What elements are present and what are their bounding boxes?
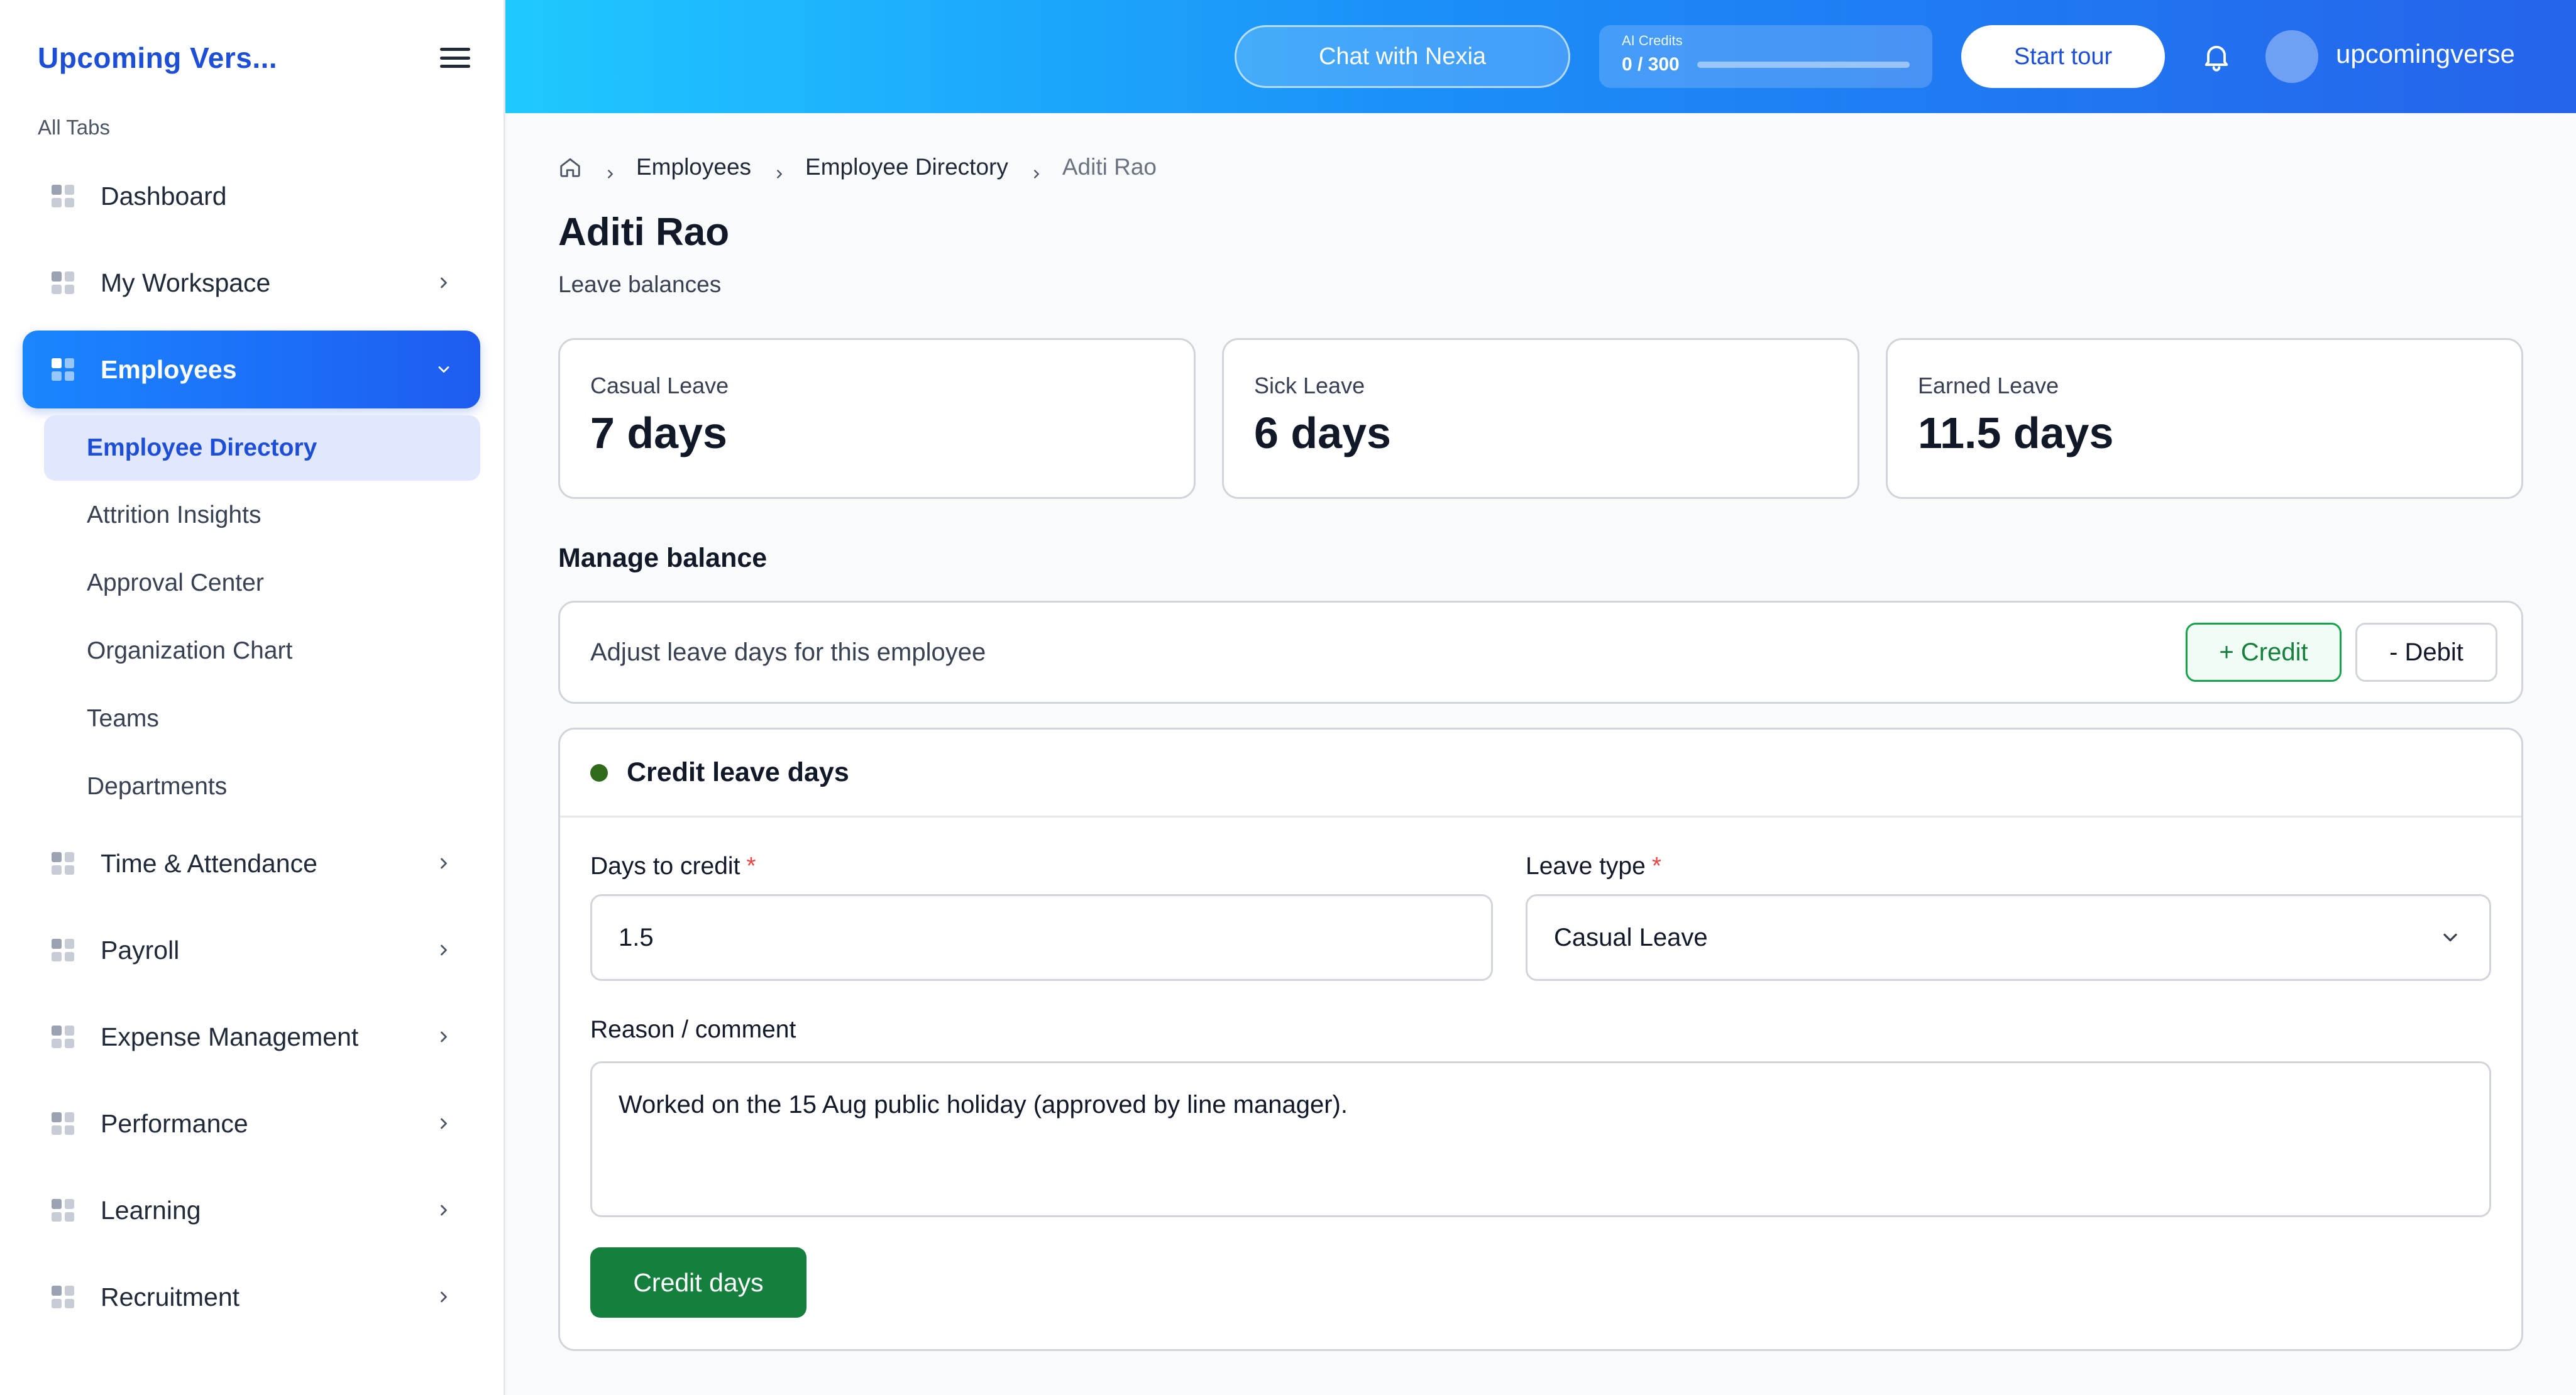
- required-mark: *: [746, 853, 756, 880]
- grid-icon: [52, 185, 74, 207]
- brand-row: Upcoming Vers...: [38, 33, 471, 83]
- chevron-right-icon: [435, 941, 453, 959]
- page-title: Aditi Rao: [558, 211, 730, 254]
- avatar[interactable]: [2265, 30, 2318, 83]
- sidebar-item-expense-management[interactable]: Expense Management: [23, 998, 480, 1076]
- grid-icon: [52, 1112, 74, 1135]
- credit-toggle-button[interactable]: + Credit: [2186, 623, 2342, 682]
- ai-credits-progress: [1697, 62, 1910, 68]
- grid-icon: [52, 1199, 74, 1222]
- sidebar-item-employees[interactable]: Employees: [23, 331, 480, 408]
- ai-credits-widget: AI Credits 0 / 300: [1599, 25, 1932, 88]
- ai-credits-label: AI Credits: [1622, 33, 1683, 48]
- sidebar-item-label: Recruitment: [101, 1282, 240, 1311]
- sidebar-subitem-approval-center[interactable]: Approval Center: [44, 550, 480, 616]
- username[interactable]: upcomingverse: [2336, 39, 2515, 69]
- form-title: Credit leave days: [627, 757, 849, 787]
- grid-icon: [52, 852, 74, 875]
- grid-icon: [52, 939, 74, 961]
- page-subtitle: Leave balances: [558, 271, 722, 297]
- sidebar-item-my-workspace[interactable]: My Workspace: [23, 244, 480, 322]
- debit-toggle-button[interactable]: - Debit: [2355, 623, 2497, 682]
- chevron-right-icon: [435, 1288, 453, 1306]
- reason-label: Reason / comment: [590, 1016, 796, 1043]
- leave-type-label-text: Leave type: [1526, 853, 1646, 880]
- days-label-text: Days to credit: [590, 853, 740, 880]
- ai-credits-value: 0 / 300: [1622, 54, 1680, 75]
- chevron-down-icon: [435, 361, 453, 378]
- home-icon[interactable]: [558, 155, 582, 179]
- sidebar-item-recruitment[interactable]: Recruitment: [23, 1258, 480, 1336]
- grid-icon: [52, 358, 74, 381]
- days-to-credit-input[interactable]: 1.5: [590, 894, 1493, 981]
- balance-label: Casual Leave: [590, 373, 729, 398]
- balance-value: 11.5 days: [1918, 408, 2114, 457]
- chevron-down-icon: [2439, 926, 2462, 949]
- all-tabs-label: All Tabs: [38, 116, 110, 139]
- credit-form-card: Credit leave days Days to credit * 1.5 Le…: [558, 728, 2523, 1351]
- sidebar-subitem-departments[interactable]: Departments: [44, 754, 480, 819]
- sidebar-item-label: Performance: [101, 1108, 248, 1138]
- breadcrumb-employees[interactable]: Employees: [636, 154, 751, 180]
- brand-name[interactable]: Upcoming Vers...: [38, 41, 277, 75]
- chat-with-nexia-button[interactable]: Chat with Nexia: [1235, 25, 1570, 88]
- chevron-right-icon: [773, 160, 786, 178]
- required-mark: *: [1651, 853, 1661, 880]
- balance-card-sick: Sick Leave 6 days: [1222, 338, 1859, 499]
- sidebar-subitem-teams[interactable]: Teams: [44, 686, 480, 752]
- days-to-credit-label: Days to credit *: [590, 853, 756, 880]
- grid-icon: [52, 1286, 74, 1308]
- manage-balance-title: Manage balance: [558, 543, 768, 573]
- sidebar-item-label: Time & Attendance: [101, 848, 317, 878]
- balance-label: Earned Leave: [1918, 373, 2059, 398]
- grid-icon: [52, 1026, 74, 1048]
- chevron-right-icon: [435, 1028, 453, 1046]
- sidebar-subitem-organization-chart[interactable]: Organization Chart: [44, 618, 480, 684]
- chevron-right-icon: [435, 855, 453, 872]
- sidebar-subitem-employee-directory[interactable]: Employee Directory: [44, 415, 480, 481]
- leave-type-label: Leave type *: [1526, 853, 1661, 880]
- chevron-right-icon: [603, 160, 617, 178]
- breadcrumb: Employees Employee Directory Aditi Rao: [558, 151, 1157, 183]
- balance-card-earned: Earned Leave 11.5 days: [1886, 338, 2523, 499]
- reason-textarea[interactable]: Worked on the 15 Aug public holiday (app…: [590, 1061, 2491, 1217]
- start-tour-button[interactable]: Start tour: [1961, 25, 2165, 88]
- sidebar-item-label: Payroll: [101, 935, 180, 965]
- sidebar-item-label: Learning: [101, 1195, 201, 1225]
- chevron-right-icon: [435, 274, 453, 292]
- balance-card-casual: Casual Leave 7 days: [558, 338, 1196, 499]
- leave-type-select[interactable]: Casual Leave: [1526, 894, 2491, 981]
- sidebar: Upcoming Vers... All Tabs Dashboard My W…: [0, 0, 505, 1395]
- sidebar-item-learning[interactable]: Learning: [23, 1171, 480, 1249]
- balance-value: 6 days: [1254, 408, 1391, 457]
- status-dot: [590, 763, 608, 782]
- adjust-balance-bar: Adjust leave days for this employee + Cr…: [558, 601, 2523, 704]
- form-header: Credit leave days: [560, 730, 2521, 818]
- sidebar-item-performance[interactable]: Performance: [23, 1085, 480, 1162]
- sidebar-item-label: Employees: [101, 354, 237, 384]
- balance-label: Sick Leave: [1254, 373, 1365, 398]
- sidebar-subitem-attrition-insights[interactable]: Attrition Insights: [44, 483, 480, 548]
- top-bar: Chat with Nexia AI Credits 0 / 300 Start…: [505, 0, 2576, 113]
- grid-icon: [52, 271, 74, 294]
- sidebar-item-dashboard[interactable]: Dashboard: [23, 157, 480, 235]
- breadcrumb-current: Aditi Rao: [1062, 154, 1157, 180]
- sidebar-item-label: Expense Management: [101, 1022, 359, 1051]
- credit-days-button[interactable]: Credit days: [590, 1247, 806, 1318]
- breadcrumb-employee-directory[interactable]: Employee Directory: [805, 154, 1008, 180]
- menu-icon[interactable]: [439, 45, 471, 70]
- sidebar-item-label: Dashboard: [101, 181, 227, 211]
- chevron-right-icon: [435, 1115, 453, 1132]
- chevron-right-icon: [1030, 160, 1043, 178]
- bell-icon[interactable]: [2200, 40, 2233, 73]
- sidebar-item-payroll[interactable]: Payroll: [23, 911, 480, 989]
- chevron-right-icon: [435, 1201, 453, 1219]
- sidebar-item-time-attendance[interactable]: Time & Attendance: [23, 824, 480, 902]
- sidebar-item-label: My Workspace: [101, 268, 271, 297]
- leave-type-selected: Casual Leave: [1554, 923, 1708, 951]
- balance-value: 7 days: [590, 408, 727, 457]
